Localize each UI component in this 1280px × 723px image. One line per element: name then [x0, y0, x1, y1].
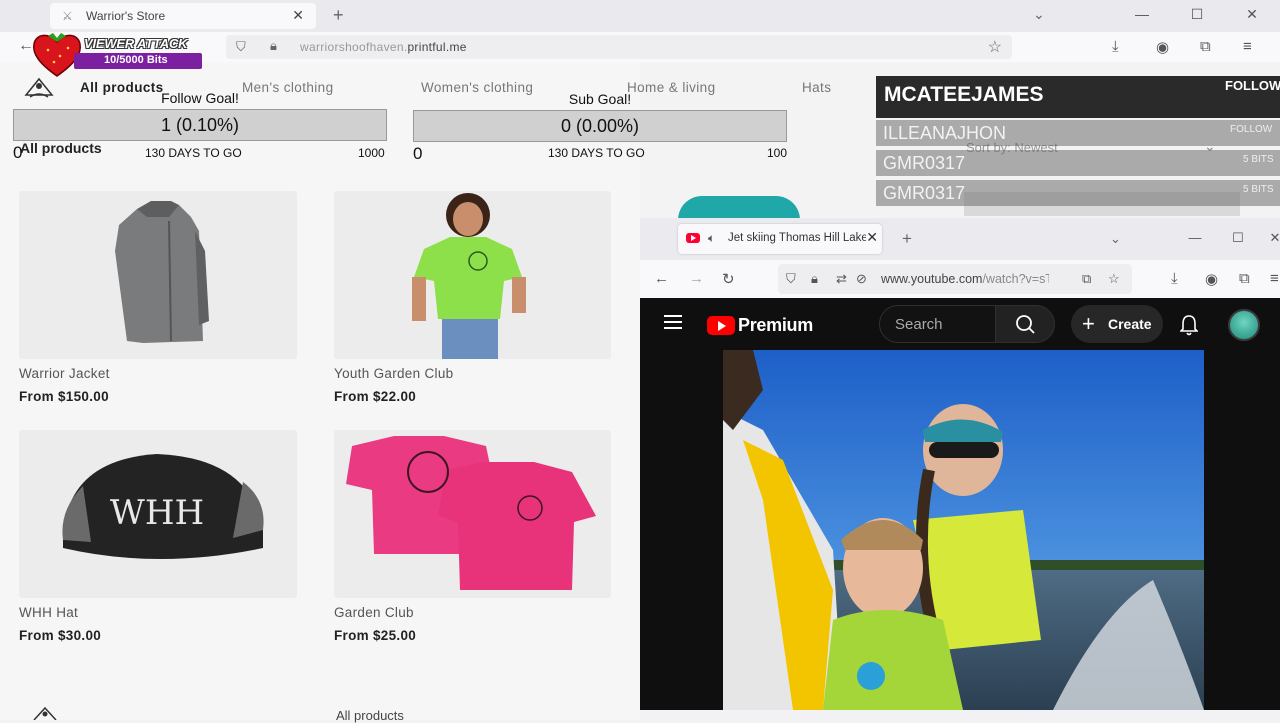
hat-logo-text: WHH — [110, 493, 204, 533]
store-favicon-icon: ⚔ — [62, 9, 73, 23]
product-image-partial — [678, 196, 800, 220]
close-window-icon[interactable]: ✕ — [1266, 230, 1280, 246]
follow-goal-days: 130 DAYS TO GO — [145, 146, 242, 160]
search-icon — [1016, 315, 1035, 334]
hamburger-menu-icon[interactable] — [664, 315, 682, 329]
close-tab-icon[interactable]: ✕ — [292, 7, 304, 24]
youtube-address-bar[interactable]: ⛉ 🔒︎ ⇄ ⊘ www.youtube.com/watch?v=sT8C ⧉ … — [778, 264, 1132, 294]
product-image-warrior-jacket[interactable] — [19, 191, 297, 359]
sub-goal-title: Sub Goal! — [568, 91, 632, 107]
product-price: From $22.00 — [334, 389, 417, 404]
maximize-icon[interactable]: ☐ — [1229, 230, 1247, 246]
search-placeholder: Search — [895, 316, 943, 333]
hat-image: WHH — [62, 454, 264, 559]
permissions-icon[interactable]: ⇄ — [836, 271, 847, 287]
follow-goal-min: 0 — [13, 143, 23, 162]
new-tab-button[interactable]: + — [902, 229, 912, 249]
follow-goal-title: Follow Goal! — [161, 90, 239, 106]
url-text: www.youtube.com/watch?v=sT8C — [881, 272, 1049, 286]
speaker-icon[interactable]: 🔈︎ — [708, 231, 715, 246]
chevron-down-icon[interactable]: ⌄ — [1110, 231, 1121, 247]
youtube-favicon-icon — [686, 233, 700, 243]
url-text: warriorshoofhaven.printful.me — [300, 40, 467, 54]
create-label: Create — [1108, 316, 1152, 332]
tab-title: Warrior's Store — [86, 9, 166, 23]
youtube-logo-icon[interactable] — [707, 316, 735, 335]
tab-warriors-store[interactable]: ⚔ Warrior's Store ✕ — [50, 3, 316, 29]
download-icon[interactable]: ⤓ — [1171, 270, 1178, 287]
bookmark-star-icon[interactable]: ☆ — [1108, 271, 1120, 287]
sub-goal-min: 0 — [413, 144, 423, 163]
back-arrow-icon[interactable]: ← — [654, 270, 669, 287]
new-tab-button[interactable]: + — [333, 5, 344, 26]
account-icon[interactable]: ◉ — [1156, 38, 1169, 56]
close-tab-icon[interactable]: ✕ — [866, 229, 878, 246]
avatar[interactable] — [1228, 309, 1260, 341]
account-icon[interactable]: ◉ — [1205, 270, 1218, 288]
event-name: GMR0317 — [883, 183, 966, 203]
sub-goal-value: 0 (0.00%) — [560, 116, 640, 136]
event-tag: 5 BITS — [1243, 184, 1274, 195]
event-tag: FOLLOW — [1230, 124, 1273, 135]
follow-goal-bar: 1 (0.10%) — [13, 109, 387, 141]
product-image-garden-club[interactable] — [334, 430, 611, 598]
lock-icon[interactable]: 🔒︎ — [811, 271, 818, 287]
address-bar[interactable]: ⛉ 🔒︎ warriorshoofhaven.printful.me ☆ — [226, 35, 1012, 59]
download-icon[interactable]: ⤓ — [1112, 38, 1119, 55]
plus-icon: + — [1082, 311, 1095, 336]
event-tag: 5 BITS — [1243, 154, 1274, 165]
product-price: From $150.00 — [19, 389, 109, 404]
maximize-icon[interactable]: ☐ — [1187, 6, 1207, 23]
follow-goal-max: 1000 — [358, 146, 385, 160]
sub-goal-bar: 0 (0.00%) — [413, 110, 787, 142]
product-name[interactable]: Youth Garden Club — [334, 366, 453, 381]
sub-goal-days: 130 DAYS TO GO — [548, 146, 645, 160]
product-price: From $30.00 — [19, 628, 102, 643]
reload-icon[interactable]: ↻ — [722, 270, 735, 288]
page-title: All products — [20, 140, 102, 156]
product-image-youth-garden-club[interactable] — [334, 191, 611, 359]
product-image-whh-hat[interactable]: WHH — [19, 430, 297, 598]
minimize-icon[interactable]: — — [1186, 230, 1204, 245]
product-name[interactable]: Garden Club — [334, 605, 414, 620]
youtube-premium-label[interactable]: Premium — [738, 315, 813, 336]
product-price: From $25.00 — [334, 628, 417, 643]
footer-all-products-link[interactable]: All products — [336, 708, 404, 723]
picture-in-picture-icon[interactable]: ⧉ — [1082, 271, 1091, 287]
menu-icon[interactable]: ≡ — [1243, 38, 1252, 55]
bookmark-star-icon[interactable]: ☆ — [988, 37, 1002, 57]
shield-icon[interactable]: ⛉ — [786, 271, 796, 287]
viewer-attack-bits: 10/5000 Bits — [104, 54, 168, 66]
extensions-icon[interactable]: ⧉ — [1239, 270, 1250, 287]
product-name[interactable]: WHH Hat — [19, 605, 78, 620]
menu-icon[interactable]: ≡ — [1270, 270, 1279, 287]
latest-event-tag: FOLLOW — [1225, 78, 1280, 93]
chevron-down-icon[interactable]: ⌄ — [1033, 6, 1045, 23]
latest-event-name: MCATEEJAMES — [884, 83, 1044, 106]
notifications-bell-icon[interactable] — [1180, 314, 1198, 336]
tab-jet-skiing[interactable]: 🔈︎ Jet skiing Thomas Hill Lake! ✕ — [678, 224, 882, 254]
shield-icon[interactable]: ⛉ — [236, 39, 246, 55]
product-name[interactable]: Warrior Jacket — [19, 366, 110, 381]
autoplay-blocked-icon[interactable]: ⊘ — [856, 271, 867, 287]
minimize-icon[interactable]: — — [1132, 6, 1152, 22]
close-window-icon[interactable]: ✕ — [1242, 6, 1262, 23]
extensions-icon[interactable]: ⧉ — [1200, 38, 1211, 55]
jacket-image — [115, 201, 209, 343]
forward-arrow-icon[interactable]: → — [689, 270, 704, 287]
nav-hats[interactable]: Hats — [802, 80, 831, 95]
follow-goal-value: 1 (0.10%) — [160, 115, 240, 135]
search-button[interactable] — [995, 305, 1055, 343]
tab-title: Jet skiing Thomas Hill Lake! — [728, 232, 866, 244]
sub-goal-max: 100 — [767, 146, 788, 160]
event-name: GMR0317 — [883, 153, 966, 173]
footer-logo — [33, 706, 57, 720]
viewer-attack-title: VIEWER ATTACK — [84, 36, 188, 51]
video-frame — [723, 350, 1204, 710]
lock-icon[interactable]: 🔒︎ — [270, 38, 277, 54]
nav-womens-clothing[interactable]: Women's clothing — [421, 80, 533, 95]
video-player[interactable] — [723, 350, 1204, 710]
model-tshirt-image — [412, 193, 526, 359]
pink-tshirts-image — [346, 436, 596, 590]
